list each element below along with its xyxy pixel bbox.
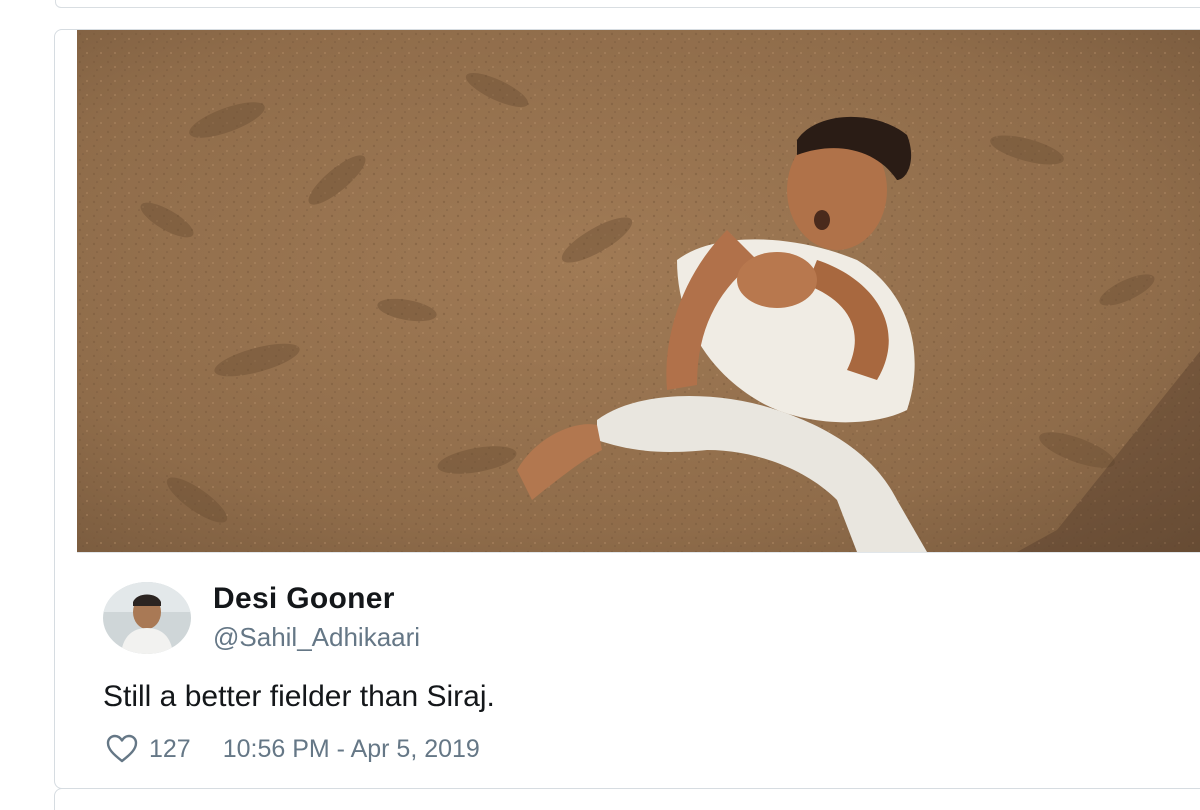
display-name[interactable]: Desi Gooner	[213, 582, 395, 616]
like-count[interactable]: 127	[149, 735, 191, 764]
page-margin	[0, 0, 54, 810]
embedded-tweet-card[interactable]: Desi Gooner @Sahil_Adhikaari Still a bet…	[54, 29, 1200, 789]
tweet-author[interactable]: Desi Gooner @Sahil_Adhikaari	[103, 580, 1183, 660]
tweet-text: Still a better fielder than Siraj.	[103, 680, 495, 713]
tweet-timestamp[interactable]: 10:56 PM - Apr 5, 2019	[223, 735, 480, 764]
tweet-photo[interactable]	[77, 30, 1200, 553]
avatar[interactable]	[103, 582, 191, 654]
previous-tweet-card	[55, 0, 1200, 8]
heart-icon[interactable]	[105, 734, 139, 764]
user-handle[interactable]: @Sahil_Adhikaari	[213, 622, 420, 653]
page: Desi Gooner @Sahil_Adhikaari Still a bet…	[0, 0, 1200, 810]
next-tweet-card	[54, 788, 1200, 810]
tweet-meta: 127 10:56 PM - Apr 5, 2019	[105, 732, 480, 766]
